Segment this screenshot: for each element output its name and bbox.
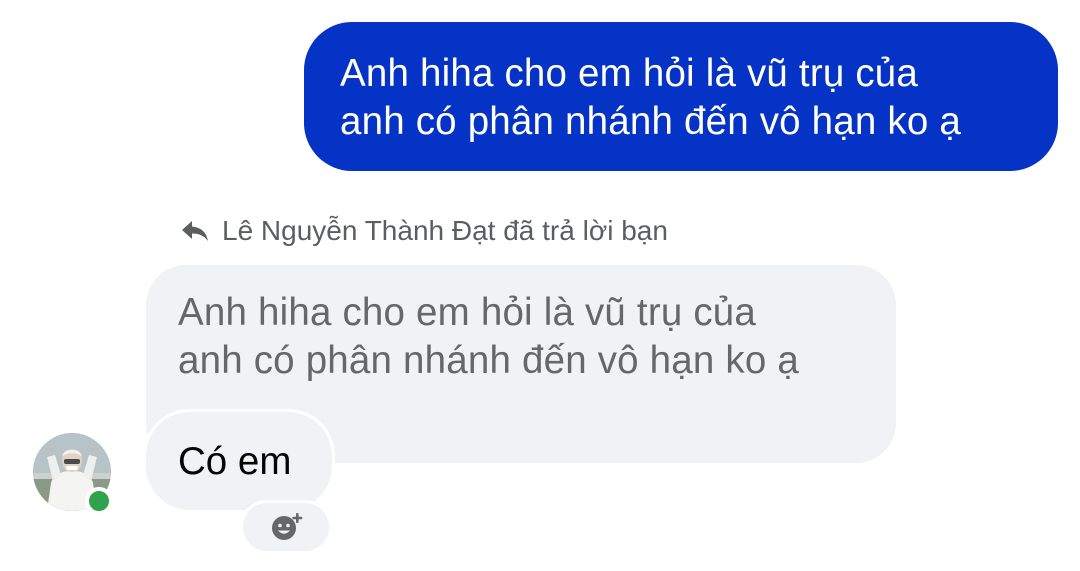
quoted-message-line-1: Anh hiha cho em hỏi là vũ trụ của xyxy=(178,291,757,334)
quoted-message-line-2: anh có phân nhánh đến vô hạn ko ạ xyxy=(178,339,799,382)
reply-header-text: Lê Nguyễn Thành Đạt đã trả lời bạn xyxy=(222,215,668,246)
add-reaction-button[interactable] xyxy=(240,500,332,554)
add-reaction-icon xyxy=(272,513,303,540)
reply-message-bubble[interactable]: Có em xyxy=(146,412,332,510)
sent-message-line-1: Anh hiha cho em hỏi là vũ trụ của xyxy=(340,52,919,95)
online-status-dot xyxy=(85,487,113,515)
reply-arrow-icon xyxy=(180,218,210,244)
sent-message-line-2: anh có phân nhánh đến vô hạn ko ạ xyxy=(340,100,961,143)
reply-message-text: Có em xyxy=(178,440,292,483)
chat-thread: Anh hiha cho em hỏi là vũ trụ của anh có… xyxy=(0,0,1080,571)
reply-header: Lê Nguyễn Thành Đạt đã trả lời bạn xyxy=(180,211,668,251)
sent-message-bubble[interactable]: Anh hiha cho em hỏi là vũ trụ của anh có… xyxy=(304,22,1058,171)
